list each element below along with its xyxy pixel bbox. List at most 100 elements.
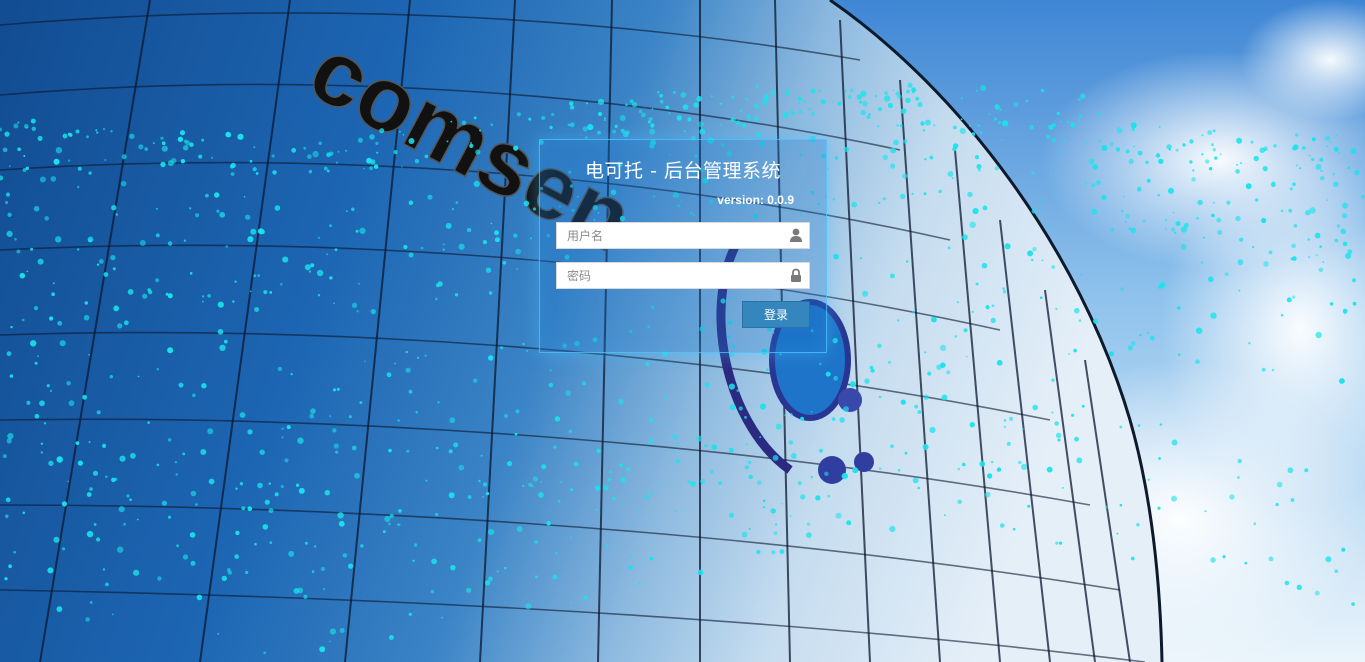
particle-dot: [359, 227, 366, 234]
particle-dot: [303, 594, 308, 600]
particle-dot: [887, 102, 894, 109]
particle-dot: [451, 208, 454, 211]
particle-dot: [310, 408, 316, 414]
particle-dot: [532, 207, 537, 211]
particle-dot: [844, 89, 847, 92]
particle-dot: [770, 508, 776, 514]
particle-dot: [513, 233, 518, 238]
particle-dot: [980, 85, 987, 92]
particle-dot: [675, 510, 677, 512]
lock-icon: [791, 268, 801, 282]
particle-dot: [77, 185, 80, 189]
particle-dot: [57, 320, 63, 326]
particle-dot: [516, 112, 521, 117]
particle-dot: [257, 274, 261, 277]
particle-dot: [1208, 167, 1213, 171]
particle-dot: [26, 270, 29, 273]
particle-dot: [394, 362, 397, 365]
login-button[interactable]: 登录: [742, 301, 810, 328]
particle-dot: [75, 441, 80, 445]
particle-dot: [277, 366, 283, 372]
particle-dot: [779, 353, 782, 356]
particle-dot: [345, 149, 348, 152]
particle-dot: [1057, 438, 1061, 442]
particle-dot: [1040, 88, 1045, 93]
particle-dot: [915, 96, 920, 101]
particle-dot: [648, 417, 654, 423]
particle-dot: [618, 398, 624, 405]
particle-dot: [408, 612, 412, 616]
particle-dot: [415, 411, 418, 414]
particle-dot: [329, 640, 331, 643]
particle-dot: [67, 480, 69, 483]
particle-dot: [604, 119, 606, 122]
particle-dot: [177, 136, 184, 142]
particle-dot: [1116, 127, 1123, 134]
particle-dot: [22, 511, 26, 515]
particle-dot: [245, 570, 249, 575]
particle-dot: [1195, 359, 1200, 365]
particle-dot: [414, 159, 420, 164]
particle-dot: [19, 272, 26, 279]
particle-dot: [746, 114, 751, 119]
particle-dot: [1051, 265, 1055, 269]
particle-dot: [770, 89, 777, 96]
particle-dot: [95, 129, 98, 132]
particle-dot: [1004, 243, 1011, 250]
particle-dot: [286, 425, 291, 430]
particle-dot: [1342, 241, 1348, 247]
particle-dot: [333, 388, 336, 392]
particle-dot: [449, 417, 456, 424]
particle-dot: [917, 101, 923, 108]
particle-dot: [1115, 147, 1121, 152]
particle-dot: [923, 394, 929, 401]
particle-dot: [1290, 498, 1295, 502]
particle-dot: [1051, 137, 1057, 143]
particle-dot: [729, 404, 736, 411]
password-field[interactable]: [556, 262, 810, 289]
particle-dot: [625, 467, 630, 472]
particle-dot: [798, 101, 801, 104]
particle-dot: [959, 127, 966, 135]
particle-dot: [1329, 302, 1334, 306]
particle-dot: [23, 155, 26, 157]
particle-dot: [1074, 436, 1079, 442]
particle-dot: [317, 294, 321, 297]
username-input[interactable]: [557, 223, 787, 248]
particle-dot: [981, 262, 988, 269]
particle-dot: [351, 445, 357, 451]
particle-dot: [473, 378, 478, 383]
particle-dot: [243, 195, 246, 198]
particle-dot: [534, 540, 538, 544]
particle-dot: [763, 94, 770, 100]
particle-dot: [217, 632, 220, 635]
password-input[interactable]: [557, 263, 787, 288]
particle-dot: [890, 147, 897, 154]
particle-dot: [528, 482, 533, 487]
particle-dot: [569, 488, 573, 492]
particle-dot: [697, 569, 704, 576]
particle-dot: [1091, 208, 1098, 215]
particle-dot: [1319, 157, 1324, 162]
particle-dot: [1224, 272, 1229, 276]
username-field[interactable]: [556, 222, 810, 249]
particle-dot: [986, 473, 993, 479]
particle-dot: [924, 158, 927, 161]
particle-dot: [756, 549, 761, 555]
particle-dot: [954, 335, 958, 338]
particle-dot: [1201, 153, 1204, 156]
particle-dot: [480, 454, 483, 457]
particle-dot: [458, 243, 465, 250]
particle-dot: [645, 362, 650, 367]
particle-dot: [17, 147, 21, 152]
particle-dot: [348, 563, 354, 569]
particle-dot: [1253, 522, 1257, 526]
particle-dot: [217, 329, 224, 335]
particle-dot: [488, 528, 495, 536]
particle-dot: [704, 444, 708, 448]
particle-dot: [526, 349, 529, 353]
particle-dot: [957, 499, 962, 505]
particle-dot: [133, 569, 140, 576]
particle-dot: [230, 162, 236, 168]
particle-dot: [620, 477, 626, 483]
